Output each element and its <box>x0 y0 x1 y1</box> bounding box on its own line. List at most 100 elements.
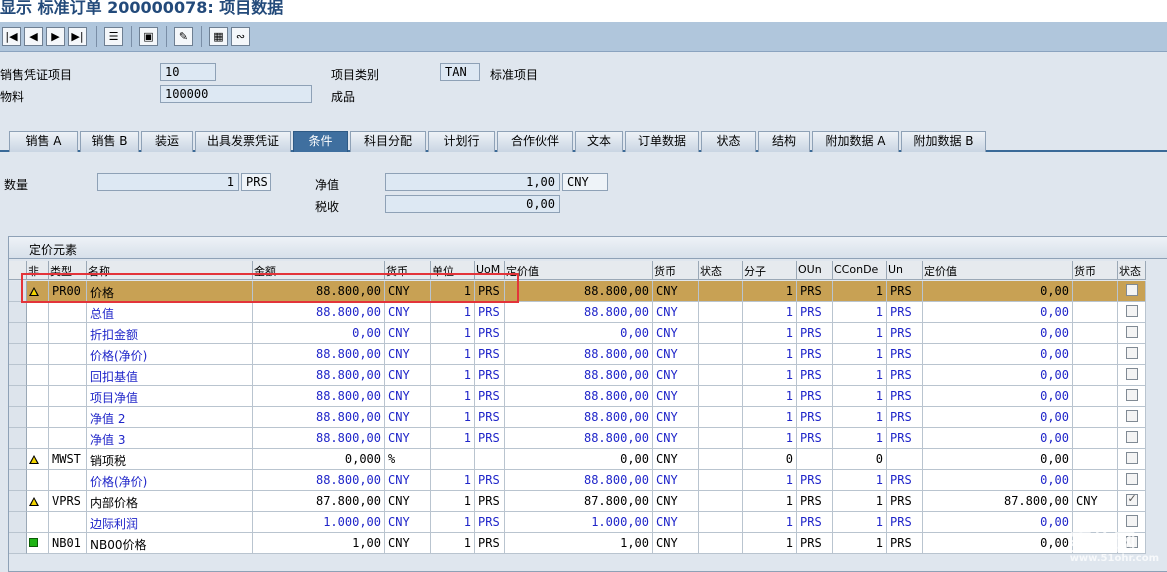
status-checkbox[interactable] <box>1125 284 1138 296</box>
cell-stat <box>699 428 743 449</box>
row-selector[interactable] <box>9 470 27 491</box>
last-icon[interactable]: ▶| <box>68 27 87 46</box>
table-row[interactable]: MWST 销项税 0,000% 0,00 CNY 0 0 0,00 <box>9 449 1167 470</box>
tab-2[interactable]: 装运 <box>141 131 193 152</box>
document-flow-icon[interactable]: ☰ <box>104 27 123 46</box>
quantity-unit-field[interactable]: PRS <box>241 173 271 191</box>
status-checkbox[interactable] <box>1125 492 1138 506</box>
cell-curr: CNY <box>385 470 431 491</box>
column-header[interactable]: 非 <box>27 261 49 280</box>
cell-ccon: 1 <box>833 428 887 449</box>
column-header[interactable]: 金额 <box>253 261 385 280</box>
column-header[interactable]: 货币 <box>385 261 431 280</box>
tab-8[interactable]: 文本 <box>575 131 623 152</box>
tax-field[interactable]: 0,00 <box>385 195 560 213</box>
net-currency-field[interactable]: CNY <box>562 173 608 191</box>
tab-11[interactable]: 结构 <box>758 131 810 152</box>
row-selector[interactable] <box>9 407 27 428</box>
status-checkbox[interactable] <box>1125 431 1138 443</box>
table-row[interactable]: 价格(净价) 88.800,00 CNY 1 PRS 88.800,00 CNY 1 PRS 1 P… <box>9 470 1167 491</box>
column-header[interactable]: 单位 <box>431 261 475 280</box>
row-selector[interactable] <box>9 302 27 323</box>
tab-0[interactable]: 销售 A <box>9 131 78 152</box>
status-checkbox[interactable] <box>1125 473 1138 485</box>
status-checkbox[interactable] <box>1125 305 1138 317</box>
column-header[interactable]: 货币 <box>1073 261 1118 280</box>
tab-3[interactable]: 出具发票凭证 <box>195 131 291 152</box>
status-checkbox[interactable] <box>1125 452 1138 464</box>
row-selector[interactable] <box>9 533 27 554</box>
cell-unit: 1 <box>431 281 475 302</box>
row-selector[interactable] <box>9 365 27 386</box>
cell-num: 1 <box>743 428 797 449</box>
tab-6[interactable]: 计划行 <box>428 131 495 152</box>
analysis-icon[interactable]: ∾ <box>231 27 250 46</box>
column-header[interactable]: 状态 <box>699 261 743 280</box>
table-row[interactable]: 项目净值 88.800,00 CNY 1 PRS 88.800,00 CNY 1 PRS 1 PRS… <box>9 386 1167 407</box>
table-row[interactable]: VPRS 内部价格 87.800,00 CNY 1 PRS 87.800,00 CNY 1 PRS… <box>9 491 1167 512</box>
status-checkbox[interactable] <box>1125 410 1138 422</box>
column-header[interactable]: 状态 <box>1118 261 1146 280</box>
column-header[interactable]: UoM <box>475 261 505 280</box>
cell-un: PRS <box>887 386 923 407</box>
column-header[interactable]: 分子 <box>743 261 797 280</box>
cell-cval2: 0,00 <box>923 470 1073 491</box>
column-header[interactable]: 名称 <box>87 261 253 280</box>
column-header[interactable]: 货币 <box>653 261 699 280</box>
table-row[interactable]: NB01 NB00价格 1,00 CNY 1 PRS 1,00 CNY 1 PRS 1 PRS 0,00 <box>9 533 1167 554</box>
table-row[interactable]: 回扣基值 88.800,00 CNY 1 PRS 88.800,00 CNY 1 PRS 1 PRS… <box>9 365 1167 386</box>
tab-10[interactable]: 状态 <box>701 131 756 152</box>
row-selector[interactable] <box>9 323 27 344</box>
quantity-label: 数量 <box>4 178 29 192</box>
row-selector[interactable] <box>9 428 27 449</box>
column-header[interactable]: 类型 <box>49 261 87 280</box>
tab-7[interactable]: 合作伙伴 <box>497 131 573 152</box>
cell-ccurr: CNY <box>653 281 699 302</box>
header-selector[interactable] <box>9 261 27 280</box>
table-row[interactable]: 净值 2 88.800,00 CNY 1 PRS 88.800,00 CNY 1 PRS 1 PRS… <box>9 407 1167 428</box>
cell-unit: 1 <box>431 323 475 344</box>
cell-ccon: 1 <box>833 302 887 323</box>
category-field[interactable]: TAN <box>440 63 480 81</box>
quantity-field[interactable]: 1 <box>97 173 239 191</box>
table-row[interactable]: 总值 88.800,00 CNY 1 PRS 88.800,00 CNY 1 PRS 1 PRS 0,… <box>9 302 1167 323</box>
column-header[interactable]: OUn <box>797 261 833 280</box>
overview-icon[interactable]: ▣ <box>139 27 158 46</box>
table-row[interactable]: 净值 3 88.800,00 CNY 1 PRS 88.800,00 CNY 1 PRS 1 PRS… <box>9 428 1167 449</box>
column-header[interactable]: Un <box>887 261 923 280</box>
tab-4[interactable]: 条件 <box>293 131 348 152</box>
row-selector[interactable] <box>9 386 27 407</box>
column-header[interactable]: CConDe <box>833 261 887 280</box>
first-icon[interactable]: |◀ <box>2 27 21 46</box>
tab-9[interactable]: 订单数据 <box>625 131 699 152</box>
tab-5[interactable]: 科目分配 <box>350 131 426 152</box>
row-selector[interactable] <box>9 344 27 365</box>
column-header[interactable]: 定价值 <box>923 261 1073 280</box>
row-selector[interactable] <box>9 281 27 302</box>
row-selector[interactable] <box>9 491 27 512</box>
column-header[interactable]: 定价值 <box>505 261 653 280</box>
calculator-icon[interactable]: ▦ <box>209 27 228 46</box>
edit-icon[interactable]: ✎ <box>174 27 193 46</box>
status-checkbox[interactable] <box>1125 368 1138 380</box>
tab-1[interactable]: 销售 B <box>80 131 139 152</box>
material-field[interactable]: 100000 <box>160 85 312 103</box>
cell-num: 1 <box>743 491 797 512</box>
tab-13[interactable]: 附加数据 B <box>901 131 986 152</box>
table-row[interactable]: 价格(净价) 88.800,00 CNY 1 PRS 88.800,00 CNY 1 PRS 1 P… <box>9 344 1167 365</box>
status-checkbox-cell <box>1118 491 1146 512</box>
net-value-field[interactable]: 1,00 <box>385 173 560 191</box>
status-checkbox[interactable] <box>1125 389 1138 401</box>
status-checkbox[interactable] <box>1125 326 1138 338</box>
row-selector[interactable] <box>9 512 27 533</box>
prev-icon[interactable]: ◀ <box>24 27 43 46</box>
item-field[interactable]: 10 <box>160 63 216 81</box>
cell-stat <box>699 281 743 302</box>
status-checkbox[interactable] <box>1125 347 1138 359</box>
next-icon[interactable]: ▶ <box>46 27 65 46</box>
table-row[interactable]: 折扣金额 0,00 CNY 1 PRS 0,00 CNY 1 PRS 1 PRS 0,00 <box>9 323 1167 344</box>
tab-12[interactable]: 附加数据 A <box>812 131 899 152</box>
table-row[interactable]: PR00 价格 88.800,00 CNY 1 PRS 88.800,00 CNY 1 PRS 1 P… <box>9 281 1167 302</box>
table-row[interactable]: 边际利润 1.000,00 CNY 1 PRS 1.000,00 CNY 1 PRS 1 PRS 0,… <box>9 512 1167 533</box>
row-selector[interactable] <box>9 449 27 470</box>
